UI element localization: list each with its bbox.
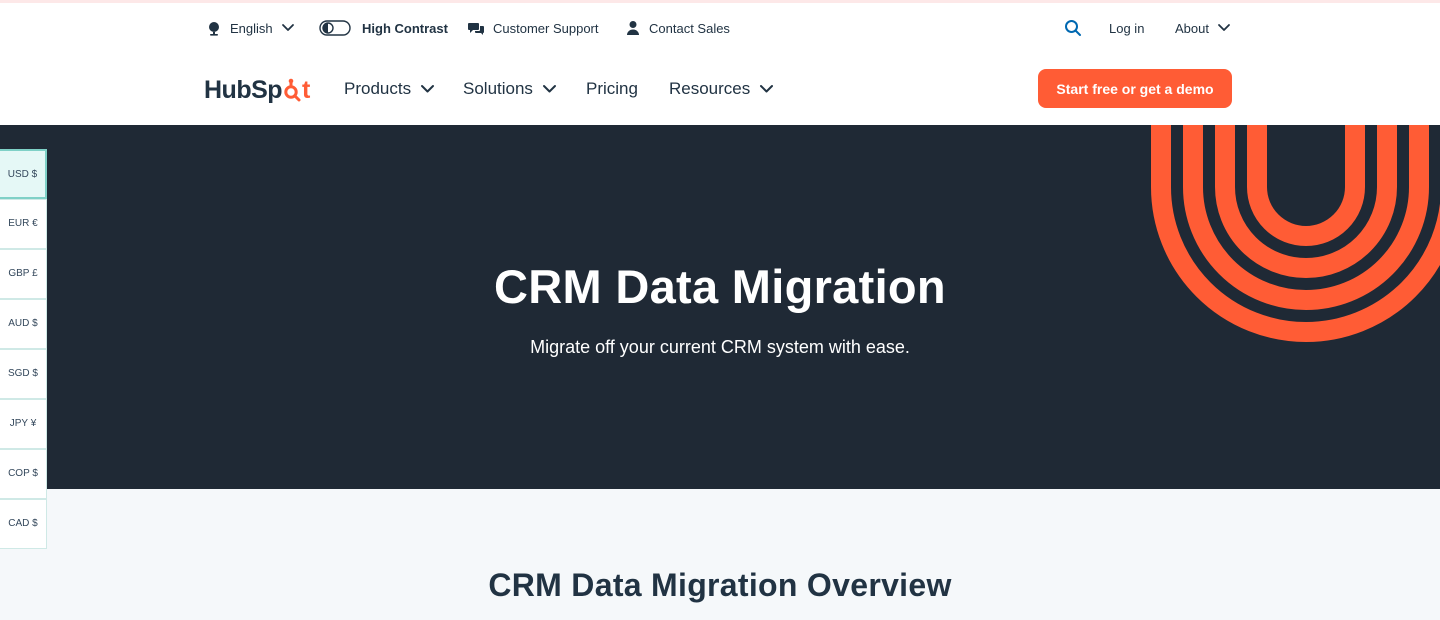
hero-subtitle: Migrate off your current CRM system with… <box>530 337 910 357</box>
nav-resources[interactable]: Resources <box>669 77 774 101</box>
toggle-icon <box>319 20 351 36</box>
currency-option-cop[interactable]: COP $ <box>0 449 47 499</box>
language-selector[interactable]: English <box>206 17 295 39</box>
login-label: Log in <box>1109 20 1145 36</box>
hubspot-logo[interactable]: HubSp t <box>204 73 310 107</box>
search-icon <box>1065 20 1081 36</box>
overview-title: CRM Data Migration Overview <box>488 567 952 603</box>
nav-pricing[interactable]: Pricing <box>586 77 638 101</box>
sprocket-icon <box>284 78 301 102</box>
currency-option-cad[interactable]: CAD $ <box>0 499 47 549</box>
logo-text-end: t <box>302 75 310 104</box>
search-button[interactable] <box>1064 17 1082 39</box>
hero-section: CRM Data Migration Migrate off your curr… <box>0 125 1440 489</box>
nav-pricing-label: Pricing <box>586 79 638 98</box>
nav-resources-label: Resources <box>669 79 751 98</box>
chevron-down-icon <box>760 85 774 93</box>
about-menu[interactable]: About <box>1175 17 1231 39</box>
start-free-demo-button[interactable]: Start free or get a demo <box>1038 69 1232 108</box>
chat-bubbles-icon <box>468 22 484 35</box>
logo-text: HubSp <box>204 75 283 104</box>
chevron-down-icon <box>281 24 294 31</box>
language-label: English <box>230 20 273 36</box>
currency-switcher: USD $ EUR € GBP £ AUD $ SGD $ JPY ¥ COP … <box>0 149 47 549</box>
contact-sales-link[interactable]: Contact Sales <box>626 17 730 39</box>
globe-icon <box>209 22 219 36</box>
currency-option-aud[interactable]: AUD $ <box>0 299 47 349</box>
currency-option-usd[interactable]: USD $ <box>0 149 47 199</box>
decorative-arcs-graphic <box>1151 125 1440 342</box>
currency-option-jpy[interactable]: JPY ¥ <box>0 399 47 449</box>
nav-solutions-label: Solutions <box>463 79 533 98</box>
high-contrast-toggle[interactable]: High Contrast <box>319 17 448 39</box>
hero-title: CRM Data Migration <box>494 260 946 313</box>
nav-products[interactable]: Products <box>344 77 435 101</box>
overview-section: CRM Data Migration Overview <box>0 489 1440 620</box>
utility-bar: English High Contrast Customer Support C… <box>0 3 1440 53</box>
customer-support-link[interactable]: Customer Support <box>468 17 599 39</box>
main-navigation: HubSp t Products Solutions Pricing Resour… <box>0 53 1440 125</box>
chevron-down-icon <box>421 85 435 93</box>
about-label: About <box>1175 20 1209 36</box>
high-contrast-label: High Contrast <box>362 20 448 36</box>
currency-option-sgd[interactable]: SGD $ <box>0 349 47 399</box>
chevron-down-icon <box>1218 24 1230 31</box>
nav-solutions[interactable]: Solutions <box>463 77 557 101</box>
chevron-down-icon <box>542 85 556 93</box>
currency-option-eur[interactable]: EUR € <box>0 199 47 249</box>
nav-products-label: Products <box>344 79 412 98</box>
currency-option-gbp[interactable]: GBP £ <box>0 249 47 299</box>
login-link[interactable]: Log in <box>1109 17 1144 39</box>
customer-support-label: Customer Support <box>493 20 599 36</box>
person-icon <box>627 21 639 35</box>
contact-sales-label: Contact Sales <box>649 20 730 36</box>
